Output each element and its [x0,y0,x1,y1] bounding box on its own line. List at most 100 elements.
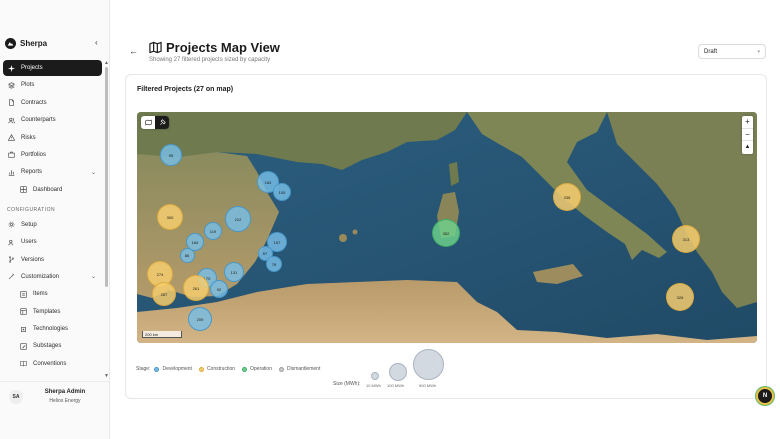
sidebar-nav: Projects Plots Contracts Counterparts Ri… [3,60,102,373]
map-style-icon[interactable] [141,116,155,129]
sidebar-item-label: Reports [21,169,43,176]
project-bubble[interactable]: 222 [225,206,251,232]
briefcase-icon [7,150,16,159]
project-bubble[interactable]: 313 [672,225,700,253]
size-label-large: 500 MWh [419,383,437,388]
sidebar-item-label: Users [21,239,37,246]
sidebar-item-substages[interactable]: Substages [3,338,102,354]
sidebar-item-customization[interactable]: Customization ⌄ [3,269,102,285]
mountain-logo-icon [5,37,16,49]
legend-item-construction: Construction [198,366,236,372]
sidebar-item-label: Counterparts [21,117,56,124]
layers-icon [7,81,16,90]
sidebar-item-label: Substages [33,343,62,350]
sidebar-item-conventions[interactable]: Conventions [3,356,102,372]
sidebar-item-label: Setup [21,221,37,228]
size-circle-small [371,372,379,380]
sidebar-item-users[interactable]: Users [3,234,102,250]
legend-item-development: Development [154,366,192,372]
page-subtitle: Showing 27 filtered projects sized by ca… [149,57,271,63]
sidebar-item-technologies[interactable]: Technologies [3,321,102,337]
project-bubble[interactable]: 119 [204,222,222,240]
reset-north-button[interactable]: ▲ [742,141,753,154]
sidebar-item-label: Contracts [21,99,47,106]
legend-item-dismantlement: Dismantlement [278,366,321,372]
sidebar-item-projects[interactable]: Projects [3,60,102,76]
legend-dot [154,366,160,372]
file-icon [7,98,16,107]
sidebar-item-label: Items [33,291,48,298]
sidebar-item-label: Risks [21,134,36,141]
zoom-out-button[interactable]: − [742,129,753,141]
project-bubble[interactable]: 86 [179,247,195,263]
project-bubble[interactable]: 326 [666,283,694,311]
sidebar-item-label: Versions [21,256,45,263]
sidebar-scrollbar[interactable] [105,67,108,287]
project-bubble[interactable]: 105 [273,183,291,201]
size-circle-large [413,349,444,380]
project-bubble[interactable]: 209 [188,307,212,331]
project-bubble[interactable]: 352 [432,219,460,247]
sidebar-item-label: Portfolios [21,151,47,158]
project-bubble[interactable]: 92 [210,280,228,298]
status-select-value: Draft [704,48,718,55]
assistant-fab[interactable]: N [756,387,774,405]
back-arrow-icon[interactable]: ← [129,46,138,56]
list-icon [19,290,28,299]
project-bubble[interactable]: 338 [553,183,581,211]
map-icon [149,41,162,54]
sidebar-item-dashboard[interactable]: Dashboard [3,182,102,198]
target-icon [7,64,16,73]
branch-icon [7,255,16,264]
stage-legend-label: Stage: [136,366,151,372]
legend-dot [198,366,204,372]
project-bubble[interactable]: 287 [152,282,176,306]
sidebar-item-reports[interactable]: Reports ⌄ [3,164,102,180]
legend-dot [242,366,248,372]
brand[interactable]: Sherpa [5,37,47,49]
size-label-small: 10 MWh [366,383,381,388]
avatar: SA [9,390,23,404]
sidebar-item-contracts[interactable]: Contracts [3,95,102,111]
sidebar-item-portfolios[interactable]: Portfolios [3,147,102,163]
template-icon [19,307,28,316]
sidebar-item-plots[interactable]: Plots [3,77,102,93]
project-bubble[interactable]: 261 [183,275,209,301]
sidebar-item-risks[interactable]: Risks [3,130,102,146]
scroll-up-arrow[interactable]: ▲ [104,60,109,66]
project-bubble[interactable]: 300 [157,204,183,230]
projects-map[interactable]: 95 183 105 300 222 119 184 86 157 57 78 274 170 131 28… [137,112,757,343]
satellite-icon[interactable] [155,116,169,129]
status-select[interactable]: Draft ▾ [698,44,766,59]
grid-icon [19,185,28,194]
map-scale-bar: 200 km [142,331,182,338]
card-title: Filtered Projects (27 on map) [137,86,234,93]
alert-icon [7,133,16,142]
project-bubble[interactable]: 131 [224,262,244,282]
sidebar-item-label: Templates [33,308,61,315]
book-icon [19,359,28,368]
cpu-icon [19,325,28,334]
sidebar-item-setup[interactable]: Setup [3,217,102,233]
scroll-down-arrow[interactable]: ▼ [104,373,109,379]
zoom-in-button[interactable]: + [742,116,753,129]
chevron-down-icon: ⌄ [90,274,96,281]
sidebar-item-templates[interactable]: Templates [3,304,102,320]
legend-dot [278,366,284,372]
legend-label: Construction [206,366,236,372]
user-profile[interactable]: SA Sherpa Admin Helios Energy [0,381,110,409]
legend-label: Operation [250,366,272,372]
sidebar-item-label: Customization [21,273,60,280]
size-circle-medium [389,363,407,381]
chevron-left-icon[interactable]: ‹ [95,38,98,47]
section-label-configuration: CONFIGURATION [7,206,56,213]
users-icon [7,238,16,247]
project-bubble[interactable]: 78 [266,256,282,272]
sidebar-item-items[interactable]: Items [3,286,102,302]
sidebar-item-counterparts[interactable]: Counterparts [3,112,102,128]
map-zoom-controls: + − ▲ [742,116,753,154]
projects-map-card: Filtered Projects (27 on map) 95 183 105… [125,74,767,399]
legend-label: Dismantlement [286,366,321,372]
sidebar-item-versions[interactable]: Versions [3,252,102,268]
project-bubble[interactable]: 95 [160,144,182,166]
